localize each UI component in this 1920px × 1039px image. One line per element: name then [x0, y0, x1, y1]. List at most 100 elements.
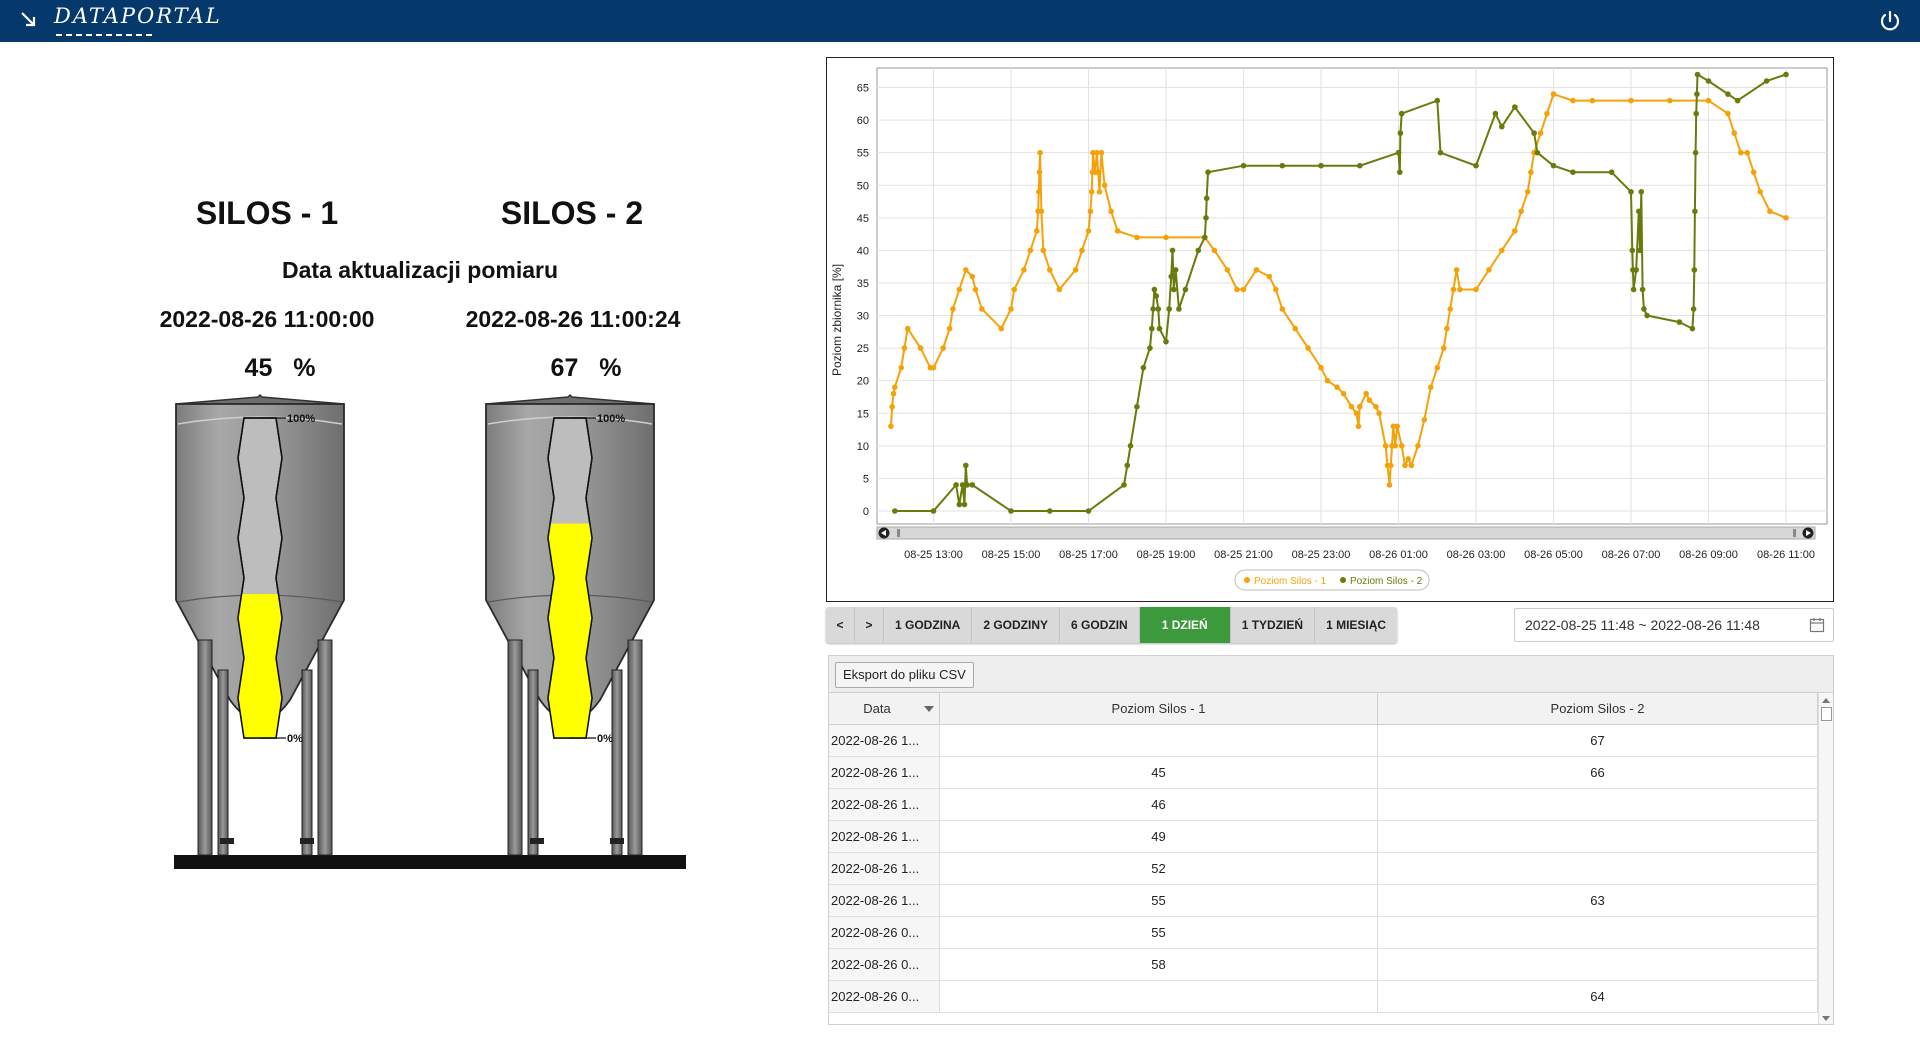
data-point[interactable] — [1638, 189, 1645, 195]
power-icon[interactable] — [1878, 9, 1902, 33]
table-row[interactable]: 2022-08-26 1... 49 — [829, 821, 1833, 853]
data-point[interactable] — [1266, 273, 1273, 280]
table-row[interactable]: 2022-08-26 1... 67 — [829, 725, 1833, 757]
table-row[interactable]: 2022-08-26 1... 55 63 — [829, 885, 1833, 917]
data-point[interactable] — [1279, 306, 1286, 312]
scrollbar-thumb[interactable] — [1821, 707, 1832, 721]
data-point[interactable] — [1203, 195, 1210, 202]
data-point[interactable] — [1034, 228, 1040, 234]
dataportal-logo[interactable]: DATAPORTAL — [54, 4, 222, 28]
data-point[interactable] — [1169, 247, 1176, 254]
data-point[interactable] — [1079, 247, 1085, 254]
data-point[interactable] — [1428, 384, 1434, 391]
data-point[interactable] — [1240, 162, 1247, 169]
data-point[interactable] — [1172, 267, 1179, 273]
data-point[interactable] — [1008, 508, 1014, 514]
data-point[interactable] — [1150, 306, 1156, 312]
data-point[interactable] — [969, 482, 976, 488]
data-point[interactable] — [1124, 462, 1131, 469]
data-point[interactable] — [950, 306, 956, 312]
data-point[interactable] — [1434, 364, 1441, 371]
data-point[interactable] — [956, 286, 963, 293]
column-header-silos-1[interactable]: Poziom Silos - 1 — [940, 693, 1378, 724]
data-point[interactable] — [1550, 91, 1557, 97]
data-point[interactable] — [1147, 345, 1153, 351]
data-point[interactable] — [930, 508, 937, 514]
data-point[interactable] — [892, 508, 898, 514]
data-point[interactable] — [1589, 97, 1596, 104]
legend-entry[interactable]: Poziom Silos - 1 — [1254, 576, 1327, 587]
data-point[interactable] — [1047, 267, 1053, 273]
data-point[interactable] — [1134, 403, 1140, 410]
data-point[interactable] — [1518, 208, 1524, 215]
data-point[interactable] — [1279, 162, 1286, 169]
data-point[interactable] — [1524, 189, 1531, 195]
data-point[interactable] — [1211, 247, 1218, 254]
data-point[interactable] — [1202, 234, 1208, 241]
table-row[interactable]: 2022-08-26 0... 64 — [829, 981, 1833, 1013]
data-point[interactable] — [1512, 228, 1518, 234]
data-point[interactable] — [1402, 462, 1408, 469]
table-row[interactable]: 2022-08-26 1... 52 — [829, 853, 1833, 885]
data-point[interactable] — [1027, 247, 1034, 254]
data-point[interactable] — [1397, 130, 1404, 136]
data-point[interactable] — [1134, 234, 1140, 241]
data-point[interactable] — [901, 345, 908, 351]
data-point[interactable] — [1694, 91, 1700, 97]
data-point[interactable] — [1405, 456, 1411, 462]
range-1-hour-button[interactable]: 1 GODZINA — [884, 607, 973, 643]
legend-entry[interactable]: Poziom Silos - 2 — [1350, 576, 1423, 587]
data-point[interactable] — [1149, 325, 1155, 332]
data-point[interactable] — [1240, 286, 1247, 293]
data-point[interactable] — [1473, 286, 1479, 293]
data-point[interactable] — [1731, 130, 1738, 136]
data-point[interactable] — [1415, 443, 1421, 449]
data-point[interactable] — [1292, 325, 1298, 332]
data-point[interactable] — [1628, 189, 1634, 195]
chart-scrollbar[interactable] — [876, 526, 1816, 540]
data-point[interactable] — [1767, 208, 1773, 215]
data-point[interactable] — [1641, 306, 1647, 312]
data-point[interactable] — [1195, 247, 1202, 254]
data-point[interactable] — [1388, 462, 1394, 469]
data-point[interactable] — [904, 325, 911, 332]
data-point[interactable] — [1783, 71, 1789, 78]
data-point[interactable] — [1176, 306, 1182, 312]
data-point[interactable] — [890, 390, 897, 397]
data-point[interactable] — [946, 325, 953, 332]
data-point[interactable] — [1363, 390, 1369, 397]
data-point[interactable] — [1398, 443, 1405, 449]
data-point[interactable] — [1725, 110, 1731, 117]
data-point[interactable] — [1140, 364, 1147, 371]
range-1-month-button[interactable]: 1 MIESIĄC — [1315, 607, 1397, 643]
data-point[interactable] — [1096, 189, 1103, 195]
data-point[interactable] — [1667, 97, 1673, 104]
data-point[interactable] — [1630, 286, 1637, 293]
data-point[interactable] — [1273, 286, 1279, 293]
data-point[interactable] — [1629, 247, 1636, 254]
data-point[interactable] — [1757, 189, 1763, 195]
data-point[interactable] — [1156, 325, 1163, 332]
data-point[interactable] — [1011, 286, 1017, 293]
data-point[interactable] — [1570, 97, 1576, 104]
data-point[interactable] — [961, 501, 968, 508]
data-point[interactable] — [1098, 149, 1105, 156]
data-point[interactable] — [1203, 215, 1209, 221]
data-point[interactable] — [1355, 423, 1362, 430]
data-point[interactable] — [1499, 247, 1505, 254]
data-point[interactable] — [1114, 228, 1121, 234]
prev-range-button[interactable]: < — [826, 607, 855, 643]
data-point[interactable] — [1528, 169, 1534, 175]
data-point[interactable] — [969, 273, 976, 280]
data-point[interactable] — [1088, 189, 1095, 195]
range-2-hours-button[interactable]: 2 GODZINY — [972, 607, 1061, 643]
data-point[interactable] — [1486, 267, 1492, 273]
data-point[interactable] — [1531, 130, 1537, 136]
data-point[interactable] — [1676, 319, 1683, 325]
data-point[interactable] — [1040, 247, 1047, 254]
data-point[interactable] — [1334, 384, 1340, 391]
data-point[interactable] — [1689, 325, 1696, 332]
data-point[interactable] — [1324, 377, 1331, 384]
data-point[interactable] — [1692, 208, 1698, 215]
export-csv-button[interactable]: Eksport do pliku CSV — [835, 662, 974, 688]
